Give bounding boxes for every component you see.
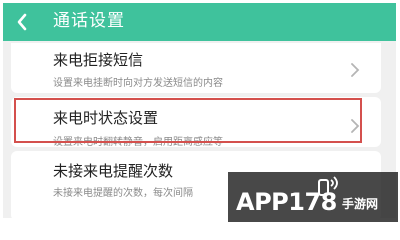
back-button[interactable] (11, 11, 33, 33)
setting-item-description: 设置来电挂断时向对方发送短信的内容 (53, 78, 223, 89)
setting-item-title: 未接来电提醒次数 (53, 162, 174, 180)
highlight-box (14, 98, 362, 143)
watermark-subtext: 手游网 (342, 197, 379, 211)
setting-item-reject-sms[interactable]: 来电拒接短信 设置来电挂断时向对方发送短信的内容 (11, 43, 381, 93)
watermark-text: APP178 (236, 188, 337, 216)
chevron-right-icon (351, 63, 360, 77)
setting-item-title: 来电拒接短信 (53, 51, 144, 69)
setting-item-description: 未接来电提醒的次数，每次间隔 (53, 188, 193, 199)
chevron-left-icon (17, 13, 27, 31)
app-header: 通话设置 (3, 3, 396, 41)
watermark: APP178 手游网 (228, 172, 398, 222)
page-title: 通话设置 (53, 11, 125, 31)
